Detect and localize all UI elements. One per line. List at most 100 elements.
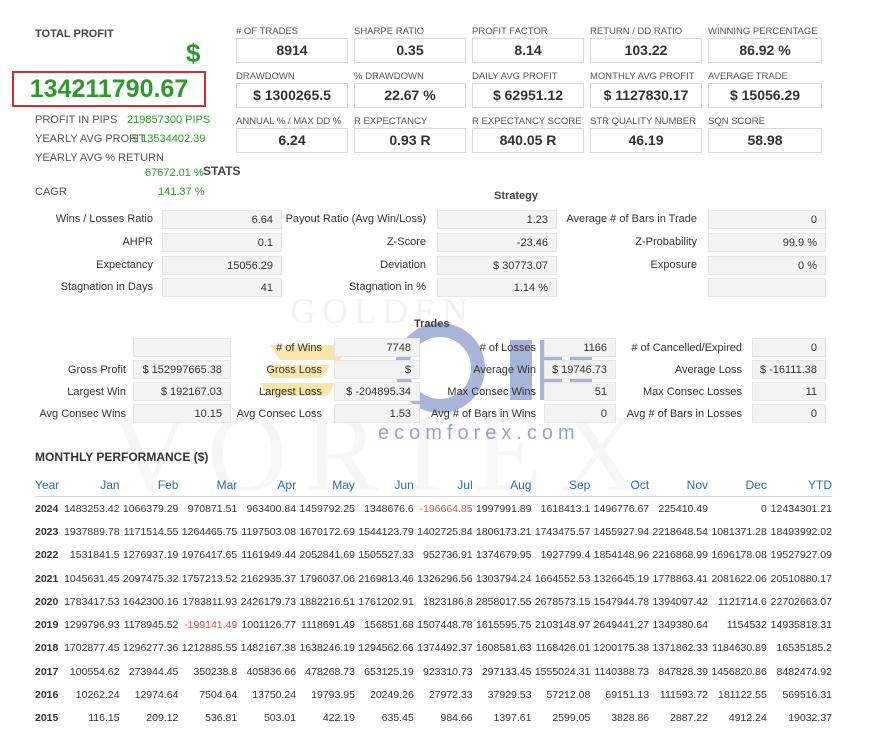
header-month: Nov xyxy=(649,475,708,497)
month-cell: 1483253.42 xyxy=(64,502,120,515)
trades-label: Gross Loss xyxy=(266,364,322,376)
yearly-avg-profit-value: $ 13534402.39 xyxy=(132,133,206,145)
ytd-cell: 8482474.92 xyxy=(776,665,832,678)
month-cell: 2426179.73 xyxy=(240,595,297,608)
strategy-value: 0 % xyxy=(708,256,826,275)
month-cell: 1702877.45 xyxy=(64,642,120,655)
metric-profit-factor-value: 8.14 xyxy=(472,38,584,63)
month-cell: 1066379.29 xyxy=(122,502,179,515)
year-cell: 2015 xyxy=(35,712,59,725)
month-cell: 1937889.78 xyxy=(64,525,120,538)
table-row: 2019 1299796.93 1178945.52 -199141.49 100112… xyxy=(35,613,832,636)
month-cell: 1615595.75 xyxy=(475,619,532,632)
month-cell: 1303794.24 xyxy=(475,572,532,585)
month-cell: 1544123.79 xyxy=(358,525,414,538)
trades-value: 1166 xyxy=(544,338,616,357)
month-cell: 273944.45 xyxy=(128,665,179,678)
month-cell: 0 xyxy=(761,502,767,515)
trades-value: $ 192167.03 xyxy=(133,382,231,401)
header-month: Feb xyxy=(119,475,179,497)
month-cell: 2216868.99 xyxy=(652,549,708,562)
strategy-label: Average # of Bars in Trade xyxy=(566,213,697,225)
metric-daily-avg-value: $ 62951.12 xyxy=(472,83,584,108)
month-cell: 1482167.38 xyxy=(240,642,297,655)
month-cell: 1638246.19 xyxy=(299,642,355,655)
metric-monthly-avg-value: $ 1127830.17 xyxy=(590,83,702,108)
trades-label: Avg Consec Loss xyxy=(236,408,322,420)
ytd-cell: 19527927.09 xyxy=(770,549,832,562)
metric-annual-dd-label: ANNUAL % / MAX DD % xyxy=(236,116,342,127)
month-cell: 1349380.64 xyxy=(652,619,708,632)
strategy-label: AHPR xyxy=(122,236,153,248)
metric-r-expectancy-value: 0.93 R xyxy=(354,128,466,153)
month-cell: 209.12 xyxy=(146,712,179,725)
month-cell: 1296277.36 xyxy=(122,642,179,655)
month-cell: 116.15 xyxy=(88,712,120,725)
year-cell: 2021 xyxy=(35,572,59,585)
metric-pct-drawdown-value: 22.67 % xyxy=(354,83,466,108)
trades-label: Avg # of Bars in Wins xyxy=(431,408,536,420)
month-cell: 1402725.84 xyxy=(417,525,473,538)
header-month: Oct xyxy=(590,475,650,497)
stats-title: STATS xyxy=(203,164,241,178)
year-cell: 2019 xyxy=(35,619,59,632)
ytd-cell: 14935818.31 xyxy=(770,619,832,632)
dollar-icon: $ xyxy=(186,38,201,68)
month-cell: 1371862.33 xyxy=(652,642,708,655)
header-ytd: YTD xyxy=(766,475,832,497)
month-cell: 57212.08 xyxy=(546,689,591,702)
metric-pct-drawdown-label: % DRAWDOWN xyxy=(354,71,424,82)
profit-in-pips-label: PROFIT IN PIPS xyxy=(35,114,118,126)
trades-label: Avg # of Bars in Losses xyxy=(626,408,742,420)
trades-label: Max Consec Wins xyxy=(447,386,536,398)
trades-title: Trades xyxy=(414,318,450,330)
month-cell: -196664.85 xyxy=(419,502,473,515)
month-cell: 1299796.93 xyxy=(64,619,120,632)
month-cell: 12974.64 xyxy=(134,689,179,702)
month-cell: 1664552.53 xyxy=(534,572,591,585)
trades-label: Avg Consec Wins xyxy=(39,408,126,420)
month-cell: 1761202.91 xyxy=(358,595,414,608)
month-cell: 963400.84 xyxy=(246,502,297,515)
month-cell: 69151.13 xyxy=(605,689,650,702)
strategy-value: -23.46 xyxy=(437,233,557,252)
month-cell: 1456820.86 xyxy=(711,665,767,678)
metric-annual-dd-value: 6.24 xyxy=(236,128,348,153)
metric-r-expectancy-score-value: 840.05 R xyxy=(472,128,584,153)
trades-value: $ -18785874.71 xyxy=(334,360,420,395)
metric-drawdown-value: $ 1300265.5 xyxy=(236,83,348,108)
month-cell: 1670172.69 xyxy=(299,525,355,538)
table-row: 2016 10262.24 12974.64 7504.64 13750.24 19793… xyxy=(35,683,832,706)
month-cell: 1348676.6 xyxy=(364,502,414,515)
month-cell: 1696178.08 xyxy=(711,549,767,562)
strategy-value: 99.9 % xyxy=(708,233,826,252)
header-month: Jun xyxy=(354,475,414,497)
month-cell: 970871.51 xyxy=(187,502,238,515)
header-month: Jul xyxy=(413,475,473,497)
trades-label: Average Win xyxy=(473,364,536,376)
month-cell: 952736.91 xyxy=(422,549,473,562)
month-cell: 1997991.89 xyxy=(475,502,532,515)
month-cell: 1796037.06 xyxy=(299,572,355,585)
trades-value: 11 xyxy=(752,382,826,401)
year-cell: 2022 xyxy=(35,549,59,562)
month-cell: 1171514.55 xyxy=(123,525,179,538)
month-cell: 1882216.51 xyxy=(299,595,355,608)
month-cell: 4912.24 xyxy=(728,712,767,725)
yearly-avg-return-label: YEARLY AVG % RETURN xyxy=(35,152,164,164)
strategy-value: 6.64 xyxy=(162,210,282,229)
monthly-table: Year Jan Feb Mar Apr May Jun Jul Aug Sep… xyxy=(35,475,832,730)
trades-value: 51 xyxy=(544,382,616,401)
month-cell: 1778863.41 xyxy=(652,572,708,585)
month-cell: 2169813.46 xyxy=(358,572,414,585)
month-cell: 923310.73 xyxy=(422,665,473,678)
trades-value: 10.15 xyxy=(133,404,231,423)
metric-str-quality-value: 46.19 xyxy=(590,128,702,153)
month-cell: 1276937.19 xyxy=(122,549,179,562)
month-cell: 1459792.25 xyxy=(299,502,355,515)
month-cell: 1743475.57 xyxy=(534,525,591,538)
yearly-avg-profit-label: YEARLY AVG PROFIT xyxy=(35,133,146,145)
watermark-site-text: ecomforex.com xyxy=(378,422,580,444)
month-cell: 2218648.54 xyxy=(652,525,708,538)
month-cell: 1374492.37 xyxy=(417,642,473,655)
